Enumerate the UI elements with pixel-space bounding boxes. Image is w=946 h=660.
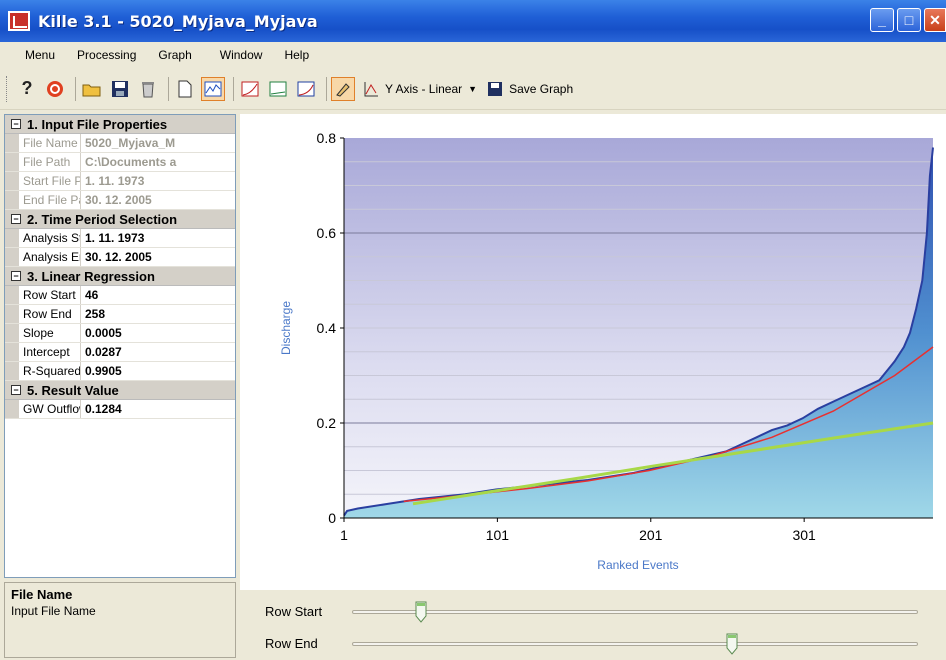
save-graph-icon[interactable] xyxy=(483,77,507,101)
prop-slope[interactable]: Slope 0.0005 xyxy=(5,324,235,343)
toolbar: ? Y Axis - Linear ▼ Save Graph xyxy=(0,68,946,110)
maximize-button[interactable]: □ xyxy=(897,8,921,32)
menu-help[interactable]: Help xyxy=(273,42,320,68)
green-curve-icon[interactable] xyxy=(266,77,290,101)
red-curve-icon[interactable] xyxy=(238,77,262,101)
chevron-down-icon[interactable]: ▼ xyxy=(468,84,477,94)
y-tick-label: 0.8 xyxy=(317,130,337,146)
stop-icon[interactable] xyxy=(43,77,67,101)
row-end-slider-track[interactable] xyxy=(352,633,918,655)
new-document-icon[interactable] xyxy=(173,77,197,101)
category-result-value[interactable]: −5. Result Value xyxy=(5,381,235,400)
slider-panel: Row Start Row End xyxy=(240,590,946,660)
prop-file-path[interactable]: File Path C:\Documents a xyxy=(5,153,235,172)
window-title: Kille 3.1 - 5020_Myjava_Myjava xyxy=(38,11,318,31)
y-axis-icon xyxy=(359,77,383,101)
prop-row-start[interactable]: Row Start 46 xyxy=(5,286,235,305)
x-tick-label: 201 xyxy=(639,527,663,543)
recycle-icon[interactable] xyxy=(136,77,160,101)
row-start-slider-row: Row Start xyxy=(240,596,946,626)
prop-intercept[interactable]: Intercept 0.0287 xyxy=(5,343,235,362)
save-graph-button[interactable]: Save Graph xyxy=(509,82,573,96)
description-text: Input File Name xyxy=(11,604,96,618)
close-button[interactable]: ✕ xyxy=(924,8,946,32)
property-grid: −1. Input File Properties File Name 5020_… xyxy=(4,114,236,578)
toolbar-grip xyxy=(6,75,9,102)
menu-menu[interactable]: Menu xyxy=(14,42,66,68)
x-tick-label: 1 xyxy=(340,527,348,543)
row-start-slider-track[interactable] xyxy=(352,601,918,623)
menu-window[interactable]: Window xyxy=(209,42,274,68)
help-icon[interactable]: ? xyxy=(15,77,39,101)
y-axis-label: Discharge xyxy=(279,301,293,355)
prop-row-end[interactable]: Row End 258 xyxy=(5,305,235,324)
app-icon xyxy=(8,11,30,31)
prop-gw-outflow[interactable]: GW Outflow0.1284 xyxy=(5,400,235,419)
prop-start-file[interactable]: Start File Pa1. 11. 1973 xyxy=(5,172,235,191)
category-input-file[interactable]: −1. Input File Properties xyxy=(5,115,235,134)
prop-end-file[interactable]: End File Pat30. 12. 2005 xyxy=(5,191,235,210)
menu-graph[interactable]: Graph xyxy=(147,42,202,68)
x-tick-label: 301 xyxy=(792,527,816,543)
row-end-slider-thumb[interactable] xyxy=(726,633,738,655)
category-time-period[interactable]: −2. Time Period Selection xyxy=(5,210,235,229)
prop-file-name[interactable]: File Name 5020_Myjava_M xyxy=(5,134,235,153)
open-folder-icon[interactable] xyxy=(80,77,104,101)
blue-curve-icon[interactable] xyxy=(294,77,318,101)
prop-analysis-end[interactable]: Analysis End30. 12. 2005 xyxy=(5,248,235,267)
x-axis-label: Ranked Events xyxy=(597,558,678,572)
graph-view-icon[interactable] xyxy=(201,76,225,101)
discharge-chart: 0 0.2 0.4 0.6 0.8 1 101 201 301 Ranked Events Di… xyxy=(279,130,934,572)
y-axis-dropdown[interactable]: Y Axis - Linear xyxy=(385,82,462,96)
y-tick-label: 0 xyxy=(328,510,336,526)
category-linear-regression[interactable]: −3. Linear Regression xyxy=(5,267,235,286)
prop-analysis-start[interactable]: Analysis Sta1. 11. 1973 xyxy=(5,229,235,248)
property-description: File Name Input File Name xyxy=(4,582,236,658)
paint-brush-icon[interactable] xyxy=(331,76,355,101)
row-start-slider-thumb[interactable] xyxy=(415,601,427,623)
menu-processing[interactable]: Processing xyxy=(66,42,147,68)
prop-r-squared[interactable]: R-Squared 0.9905 xyxy=(5,362,235,381)
row-end-slider-label: Row End xyxy=(265,636,318,651)
y-tick-label: 0.2 xyxy=(317,415,337,431)
row-end-slider-row: Row End xyxy=(240,628,946,658)
y-tick-label: 0.6 xyxy=(317,225,337,241)
menu-bar: Menu Processing Graph Window Help xyxy=(0,42,946,68)
title-bar: Kille 3.1 - 5020_Myjava_Myjava _ □ ✕ xyxy=(0,0,946,42)
row-start-slider-label: Row Start xyxy=(265,604,323,619)
minimize-button[interactable]: _ xyxy=(870,8,894,32)
chart-panel: 0 0.2 0.4 0.6 0.8 1 101 201 301 Ranked Events Di… xyxy=(240,114,946,590)
save-icon[interactable] xyxy=(108,77,132,101)
y-tick-label: 0.4 xyxy=(317,320,337,336)
description-title: File Name xyxy=(11,587,73,602)
x-tick-label: 101 xyxy=(486,527,510,543)
